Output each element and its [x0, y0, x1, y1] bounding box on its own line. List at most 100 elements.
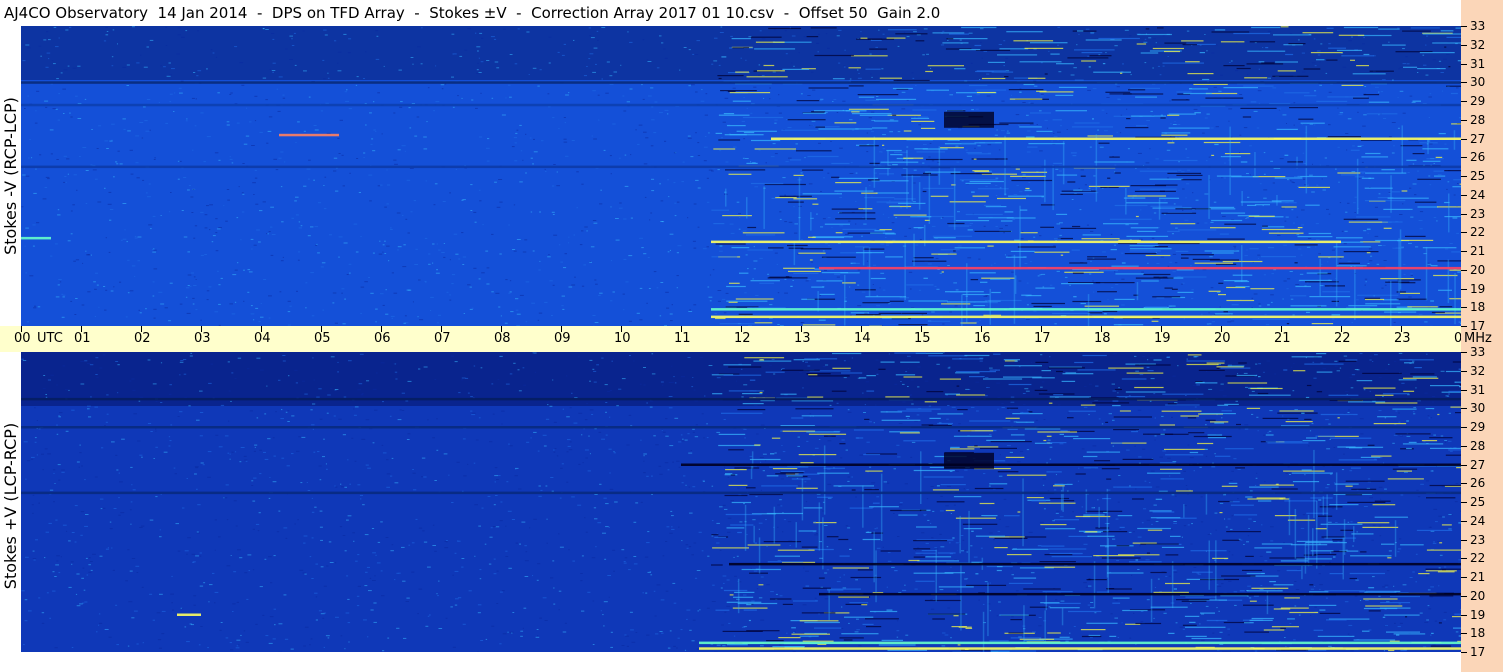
- emission-streak: [1414, 201, 1437, 203]
- emission-streak: [1055, 110, 1087, 112]
- emission-streak: [1060, 192, 1099, 194]
- noise-speckle: [204, 227, 208, 229]
- noise-speckle: [526, 31, 530, 33]
- noise-speckle: [111, 56, 114, 58]
- emission-streak: [971, 191, 975, 193]
- noise-speckle: [479, 578, 482, 580]
- noise-speckle: [122, 118, 126, 120]
- noise-speckle: [181, 210, 184, 211]
- noise-speckle: [683, 475, 686, 477]
- emission-streak: [1071, 126, 1113, 128]
- noise-speckle: [824, 598, 829, 600]
- noise-speckle: [580, 580, 583, 582]
- emission-streak: [732, 100, 751, 102]
- noise-speckle: [364, 534, 369, 536]
- noise-speckle: [334, 322, 338, 324]
- noise-speckle: [268, 116, 273, 118]
- noise-speckle: [109, 140, 113, 142]
- emission-streak: [1400, 145, 1423, 147]
- noise-speckle: [552, 379, 554, 381]
- emission-streak: [1365, 303, 1401, 305]
- noise-speckle: [1030, 261, 1032, 263]
- emission-streak: [1105, 91, 1131, 93]
- noise-speckle: [360, 286, 365, 288]
- noise-speckle: [370, 143, 373, 145]
- noise-speckle: [1112, 390, 1117, 392]
- noise-speckle: [560, 261, 563, 263]
- noise-speckle: [226, 519, 229, 521]
- noise-speckle: [217, 270, 219, 272]
- noise-speckle: [763, 97, 765, 99]
- noise-speckle: [601, 27, 606, 28]
- noise-speckle: [343, 396, 347, 398]
- noise-speckle: [1293, 102, 1296, 104]
- emission-streak: [1110, 249, 1117, 251]
- noise-speckle: [902, 401, 906, 403]
- noise-speckle: [727, 531, 731, 533]
- noise-speckle: [1411, 101, 1416, 103]
- noise-speckle: [820, 98, 824, 100]
- noise-speckle: [612, 291, 615, 293]
- vertical-streak: [1241, 191, 1243, 206]
- noise-speckle: [586, 402, 588, 404]
- noise-speckle: [1347, 260, 1352, 262]
- noise-speckle: [1166, 177, 1169, 179]
- noise-speckle: [314, 129, 319, 131]
- noise-speckle: [1314, 65, 1317, 67]
- noise-speckle: [380, 362, 385, 364]
- noise-speckle: [1360, 433, 1364, 435]
- noise-speckle: [1349, 470, 1353, 472]
- noise-speckle: [108, 191, 112, 193]
- noise-speckle: [123, 128, 126, 130]
- noise-speckle: [805, 570, 809, 572]
- noise-speckle: [996, 129, 998, 131]
- noise-speckle: [1141, 271, 1144, 273]
- noise-speckle: [961, 550, 964, 552]
- vertical-streak: [798, 177, 801, 241]
- noise-speckle: [674, 215, 677, 217]
- emission-streak: [1176, 174, 1203, 176]
- noise-speckle: [870, 73, 872, 75]
- noise-speckle: [88, 557, 91, 559]
- noise-speckle: [1055, 474, 1057, 476]
- noise-speckle: [983, 295, 987, 297]
- noise-speckle: [638, 124, 643, 126]
- emission-streak: [852, 262, 860, 264]
- noise-speckle: [1003, 498, 1007, 500]
- noise-speckle: [1033, 310, 1037, 312]
- emission-streak: [751, 139, 781, 142]
- noise-speckle: [583, 75, 587, 77]
- bottom-panel-y-label: Stokes +V (LCP-RCP): [1, 422, 20, 590]
- noise-speckle: [357, 554, 360, 556]
- noise-speckle: [861, 235, 863, 237]
- noise-speckle: [149, 593, 153, 595]
- noise-speckle: [1102, 251, 1106, 253]
- emission-streak: [869, 48, 888, 50]
- noise-speckle: [683, 47, 687, 48]
- noise-speckle: [1408, 296, 1412, 298]
- noise-speckle: [945, 505, 949, 507]
- noise-speckle: [58, 572, 61, 574]
- noise-speckle: [280, 418, 284, 420]
- noise-speckle: [1181, 171, 1185, 173]
- emission-streak: [885, 256, 903, 258]
- noise-speckle: [1110, 233, 1113, 235]
- noise-speckle: [612, 357, 614, 359]
- noise-speckle: [1361, 172, 1365, 174]
- noise-speckle: [25, 44, 30, 46]
- emission-streak: [1446, 36, 1461, 38]
- noise-speckle: [134, 275, 136, 277]
- noise-speckle: [1399, 435, 1403, 437]
- noise-speckle: [1302, 514, 1306, 516]
- noise-speckle: [1331, 507, 1335, 509]
- noise-speckle: [1030, 102, 1034, 104]
- noise-speckle: [169, 282, 173, 284]
- noise-speckle: [253, 477, 257, 479]
- emission-streak: [834, 122, 857, 124]
- noise-speckle: [923, 514, 927, 516]
- noise-speckle: [766, 584, 770, 586]
- noise-speckle: [425, 625, 429, 627]
- noise-speckle: [511, 519, 515, 520]
- noise-speckle: [35, 539, 38, 541]
- noise-speckle: [516, 239, 521, 240]
